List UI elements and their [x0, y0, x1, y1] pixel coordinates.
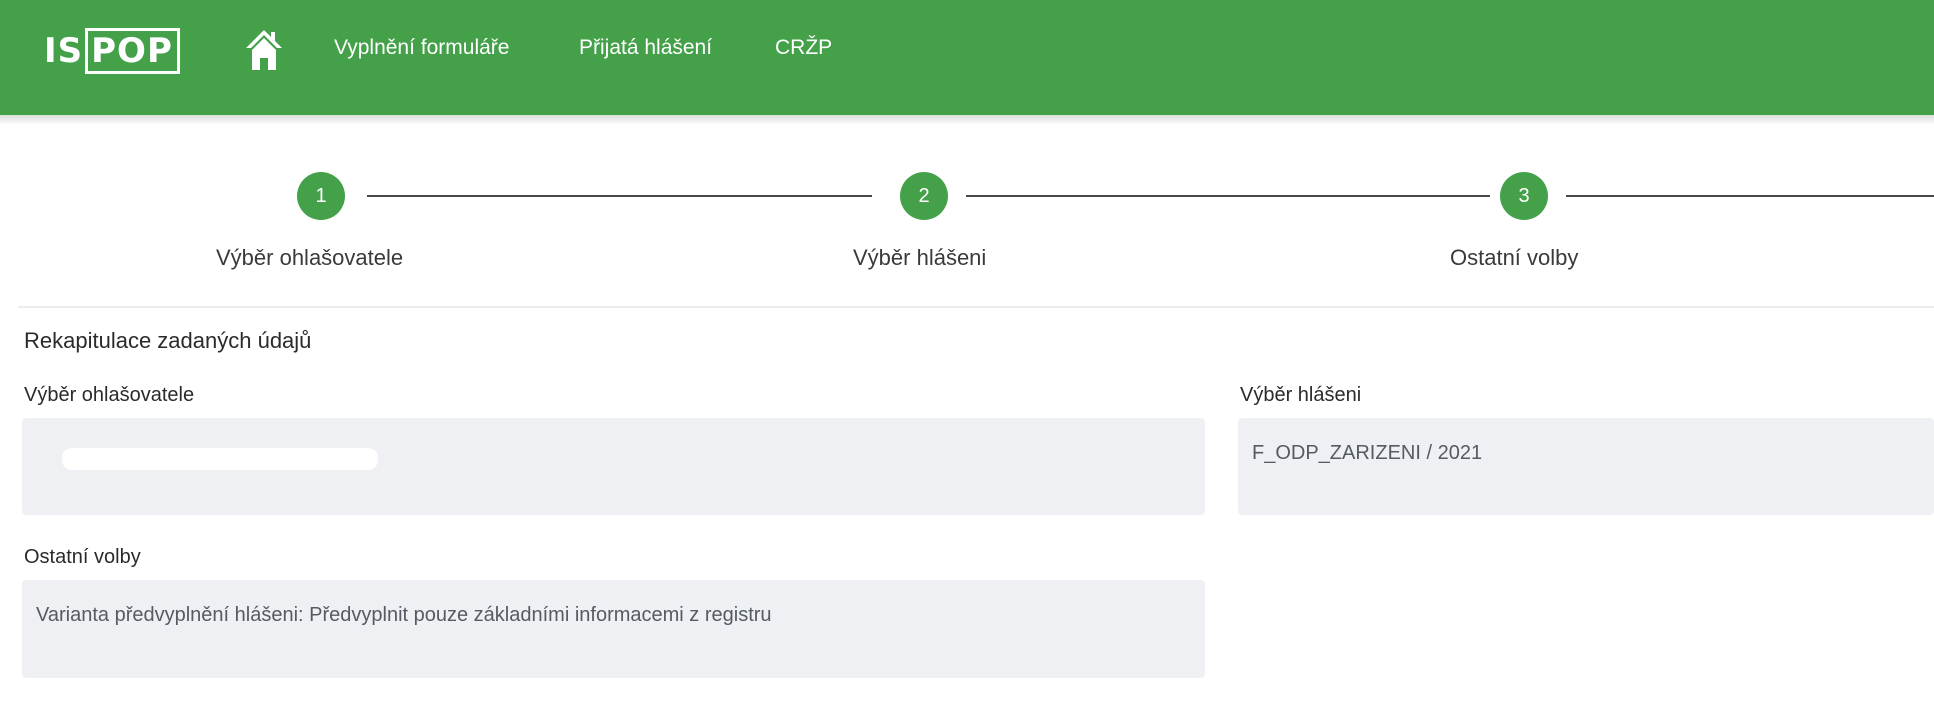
- other-options-value-box: Varianta předvyplnění hlášeni: Předvypln…: [22, 580, 1205, 678]
- reporter-value-box: [22, 418, 1205, 515]
- reporter-label: Výběr ohlašovatele: [24, 384, 195, 406]
- report-label: Výběr hlášeni: [1240, 384, 1362, 406]
- logo-text-left: IS: [44, 31, 84, 71]
- logo-text-boxed: POP: [85, 28, 180, 74]
- step-1-label: Výběr ohlašovatele: [216, 245, 404, 270]
- summary-title: Rekapitulace zadaných údajů: [24, 328, 312, 353]
- ispop-logo[interactable]: IS POP: [44, 26, 180, 76]
- step-3-circle[interactable]: 3: [1500, 172, 1548, 220]
- nav-link-received-reports[interactable]: Přijatá hlášení: [579, 36, 712, 60]
- redacted-value: [62, 448, 378, 470]
- header-shadow: [0, 115, 1934, 125]
- report-value-box: F_ODP_ZARIZENI / 2021: [1238, 418, 1934, 515]
- home-icon[interactable]: [244, 28, 284, 72]
- other-options-value: Varianta předvyplnění hlášeni: Předvypln…: [36, 604, 772, 626]
- section-divider: [18, 306, 1934, 308]
- step-connector-2: [966, 195, 1490, 197]
- page: IS POP Vyplnění formuláře Přijatá hlášení…: [0, 0, 1934, 719]
- nav-link-fill-form[interactable]: Vyplnění formuláře: [334, 36, 509, 60]
- step-2-circle[interactable]: 2: [900, 172, 948, 220]
- step-connector-3: [1566, 195, 1934, 197]
- nav-link-crzp[interactable]: CRŽP: [775, 36, 832, 60]
- step-3-label: Ostatní volby: [1450, 245, 1579, 270]
- report-value: F_ODP_ZARIZENI / 2021: [1252, 442, 1483, 464]
- step-1-circle[interactable]: 1: [297, 172, 345, 220]
- top-navigation-bar: IS POP Vyplnění formuláře Přijatá hlášení…: [0, 0, 1934, 115]
- step-2-label: Výběr hlášeni: [853, 245, 987, 270]
- other-options-label: Ostatní volby: [24, 546, 141, 568]
- step-connector-1: [367, 195, 872, 197]
